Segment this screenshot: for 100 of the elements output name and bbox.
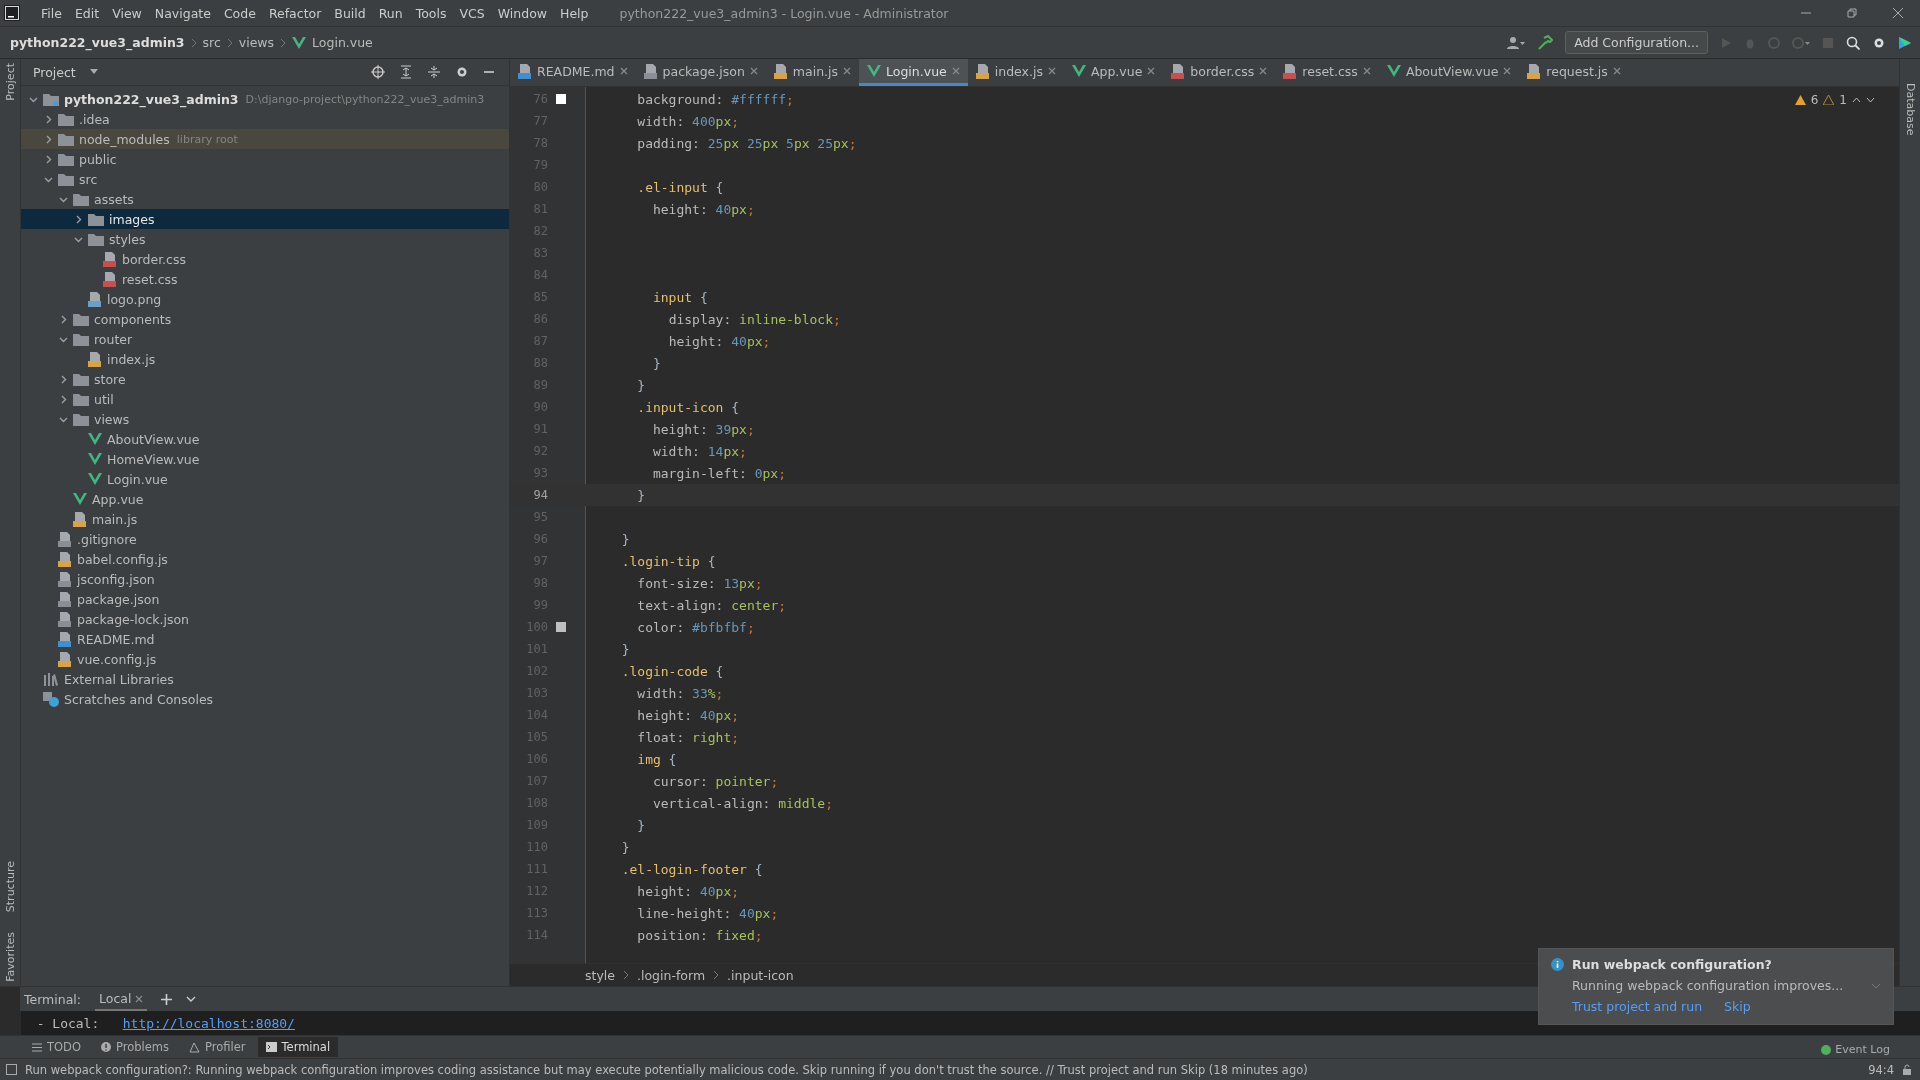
tree-item[interactable]: App.vue (21, 489, 509, 509)
notification-action-link[interactable]: Skip (1724, 999, 1751, 1014)
tree-item[interactable]: Scratches and Consoles (21, 689, 509, 709)
tool-window-tab[interactable]: TODO (24, 1037, 89, 1057)
tree-item[interactable]: store (21, 369, 509, 389)
tree-item[interactable]: python222_vue3_admin3 D:\django-project\python222_vue3_admin3 (21, 89, 509, 109)
tool-window-tab[interactable]: Favorites (3, 932, 17, 982)
tree-item[interactable]: AboutView.vue (21, 429, 509, 449)
close-icon[interactable] (1259, 67, 1268, 75)
tool-window-tab[interactable]: Problems (93, 1037, 177, 1057)
warning-count[interactable]: 6 (1810, 93, 1819, 107)
close-icon[interactable] (1503, 67, 1512, 75)
tree-item[interactable]: main.js (21, 509, 509, 529)
menu-item[interactable]: Refactor (262, 5, 328, 21)
breadcrumb-item[interactable]: Login.vue (312, 35, 373, 50)
tool-window-tab[interactable]: Profiler (181, 1037, 254, 1057)
tree-item[interactable]: components (21, 309, 509, 329)
tree-item[interactable]: src (21, 169, 509, 189)
editor-tab[interactable]: border.css (1163, 59, 1276, 86)
tree-item[interactable]: Login.vue (21, 469, 509, 489)
status-message[interactable]: Run webpack configuration?: Running webpack configuration improves coding assistance but may execute potentially malicious code. Skip running if you don't trust the source. // Trust project and run Skip (18 minutes ago) (25, 1062, 1308, 1077)
menu-item[interactable]: Navigate (148, 5, 217, 21)
tree-item[interactable]: images (21, 209, 509, 229)
menu-item[interactable]: Tools (409, 5, 453, 21)
tree-item[interactable]: reset.css (21, 269, 509, 289)
color-swatch[interactable] (556, 94, 566, 104)
close-icon[interactable] (1047, 67, 1056, 75)
menu-item[interactable]: VCS (453, 5, 491, 21)
close-icon[interactable] (1612, 67, 1621, 75)
search-icon[interactable] (1846, 35, 1860, 50)
menu-item[interactable]: Edit (68, 5, 106, 21)
editor-tab[interactable]: index.js (967, 59, 1064, 86)
tree-item[interactable]: package-lock.json (21, 609, 509, 629)
menu-item[interactable]: Build (328, 5, 372, 21)
editor-tab[interactable]: AboutView.vue (1378, 59, 1520, 86)
event-log-button[interactable]: Event Log (1817, 1041, 1894, 1058)
tree-item[interactable]: jsconfig.json (21, 569, 509, 589)
breadcrumb-item[interactable]: src (202, 35, 221, 50)
editor-tab[interactable]: reset.css (1275, 59, 1379, 86)
chevron-up-icon[interactable] (1852, 97, 1861, 103)
editor-tab[interactable]: README.md (510, 59, 636, 86)
breadcrumb-item[interactable]: .login-form (637, 967, 706, 983)
color-swatch[interactable] (556, 622, 566, 632)
notification-action-link[interactable]: Trust project and run (1572, 999, 1703, 1014)
lock-icon[interactable] (1902, 1064, 1912, 1075)
editor-tab[interactable]: package.json (635, 59, 766, 86)
close-icon[interactable] (843, 67, 852, 75)
tree-item[interactable]: .idea (21, 109, 509, 129)
tool-window-tab[interactable]: Terminal (257, 1037, 339, 1057)
user-icon[interactable] (1507, 35, 1526, 50)
locate-icon[interactable] (371, 65, 385, 79)
tree-item[interactable]: package.json (21, 589, 509, 609)
project-panel-title[interactable]: Project (33, 64, 76, 80)
chevron-down-icon[interactable] (186, 996, 197, 1002)
close-icon[interactable] (1147, 67, 1156, 75)
menu-item[interactable]: Code (217, 5, 262, 21)
plugin-icon[interactable] (1898, 35, 1912, 50)
close-icon[interactable] (1362, 67, 1371, 75)
tree-item[interactable]: views (21, 409, 509, 429)
tree-item[interactable]: node_modules library root (21, 129, 509, 149)
close-icon[interactable] (135, 994, 144, 1003)
breadcrumb-item[interactable]: python222_vue3_admin3 (10, 35, 185, 50)
tree-item[interactable]: External Libraries (21, 669, 509, 689)
add-configuration-button[interactable]: Add Configuration... (1565, 31, 1708, 54)
tree-item[interactable]: logo.png (21, 289, 509, 309)
panel-toggle-icon[interactable] (6, 1064, 17, 1075)
editor-tab[interactable]: Login.vue (859, 59, 968, 86)
menu-item[interactable]: View (106, 5, 148, 21)
tree-item[interactable]: styles (21, 229, 509, 249)
close-icon[interactable] (1892, 7, 1904, 19)
settings-icon[interactable] (455, 65, 469, 79)
menu-item[interactable]: Help (554, 5, 595, 21)
restore-icon[interactable] (1846, 7, 1858, 19)
tree-item[interactable]: babel.config.js (21, 549, 509, 569)
tree-item[interactable]: util (21, 389, 509, 409)
tree-item[interactable]: public (21, 149, 509, 169)
menu-item[interactable]: File (35, 5, 68, 21)
caret-position[interactable]: 94:4 (1868, 1062, 1894, 1077)
editor-tab[interactable]: App.vue (1063, 59, 1164, 86)
expand-all-icon[interactable] (399, 65, 413, 79)
tree-item[interactable]: index.js (21, 349, 509, 369)
breadcrumb-item[interactable]: style (585, 967, 615, 983)
tree-item[interactable]: border.css (21, 249, 509, 269)
tree-item[interactable]: router (21, 329, 509, 349)
editor-tab[interactable]: request.js (1519, 59, 1629, 86)
project-tool-tab[interactable]: Project (3, 63, 17, 101)
tree-item[interactable]: HomeView.vue (21, 449, 509, 469)
terminal-link[interactable]: http://localhost:8080/ (122, 1015, 295, 1031)
breadcrumb-item[interactable]: views (238, 35, 275, 50)
menu-item[interactable]: Run (372, 5, 409, 21)
tree-item[interactable]: README.md (21, 629, 509, 649)
warning-icon[interactable] (1823, 95, 1835, 105)
breadcrumb-item[interactable]: .input-icon (727, 967, 794, 983)
tool-window-tab[interactable]: Structure (3, 861, 17, 913)
profile-icon[interactable] (1792, 36, 1810, 49)
chevron-down-icon[interactable] (1866, 97, 1875, 103)
close-icon[interactable] (951, 67, 960, 75)
close-icon[interactable] (749, 67, 758, 75)
editor-tab[interactable]: main.js (765, 59, 860, 86)
tree-item[interactable]: vue.config.js (21, 649, 509, 669)
